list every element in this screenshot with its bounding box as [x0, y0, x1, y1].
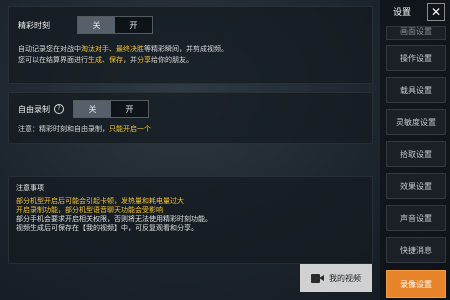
description-segment: 给你的朋友。	[151, 56, 193, 64]
sidebar-item[interactable]: 快捷消息	[386, 237, 446, 263]
sidebar-item[interactable]: 载具设置	[386, 77, 446, 103]
free-record-label: 自由录制	[18, 105, 50, 114]
description-segment: 等精彩瞬间，并剪成视频。	[144, 45, 228, 53]
notice-line: 开启录制功能，部分机型语音聊天功能会受影响	[16, 206, 163, 214]
highlights-label: 精彩时刻	[18, 21, 50, 30]
sidebar-item[interactable]: 灵敏度设置	[386, 109, 446, 135]
highlights-toggle[interactable]: 关 开	[77, 16, 153, 34]
free-record-toggle-off[interactable]: 关	[74, 101, 111, 117]
highlights-toggle-off[interactable]: 关	[78, 17, 115, 33]
free-record-panel	[8, 92, 373, 144]
sidebar-item[interactable]: 录像设置	[386, 270, 446, 298]
sidebar-item[interactable]: 操作设置	[386, 45, 446, 71]
notice-line: 部分手机会要求开启相关权限，否则将无法使用精彩时刻功能。	[16, 215, 212, 223]
help-icon[interactable]: ?	[54, 104, 64, 114]
sidebar-item[interactable]: 效果设置	[386, 173, 446, 199]
notice-title: 注意事项	[16, 184, 44, 192]
sidebar-item[interactable]: 画面设置	[386, 26, 446, 40]
description-segment: 只能开启一个	[109, 125, 151, 133]
my-video-label: 我的视频	[329, 273, 361, 283]
free-record-note: 注意：精彩时刻和自由录制，只能开启一个	[18, 124, 151, 134]
video-camera-icon	[311, 273, 324, 283]
description-segment: ，并	[123, 56, 137, 64]
description-segment: 自动记录您在对战中	[18, 45, 81, 53]
free-record-toggle-on[interactable]: 开	[111, 101, 148, 117]
free-record-toggle[interactable]: 关 开	[73, 100, 149, 118]
description-segment: 生成、保存	[88, 56, 123, 64]
notice-line: 部分机型开启后可能会引起卡顿，发热量和耗电量过大	[16, 197, 184, 205]
highlights-description-line-1: 自动记录您在对战中淘汰对手、最终决胜等精彩瞬间，并剪成视频。	[18, 44, 228, 54]
close-button[interactable]: ✕	[427, 3, 445, 21]
close-icon: ✕	[430, 5, 442, 19]
description-segment: 注意：精彩时刻和自由录制，	[18, 125, 109, 133]
highlights-toggle-on[interactable]: 开	[115, 17, 152, 33]
settings-title: 设置	[392, 8, 411, 18]
sidebar-item[interactable]: 拾取设置	[386, 141, 446, 167]
description-segment: 淘汰对手、最终决胜	[81, 45, 144, 53]
sidebar-item[interactable]: 声音设置	[386, 205, 446, 231]
highlights-description-line-2: 您可以在结算界面进行生成、保存，并分享给你的朋友。	[18, 55, 193, 65]
my-video-button[interactable]: 我的视频	[300, 264, 372, 292]
description-segment: 分享	[137, 56, 151, 64]
description-segment: 您可以在结算界面进行	[18, 56, 88, 64]
notice-line: 视频生成后可保存在【我的视频】中，可反复观看和分享。	[16, 224, 198, 232]
